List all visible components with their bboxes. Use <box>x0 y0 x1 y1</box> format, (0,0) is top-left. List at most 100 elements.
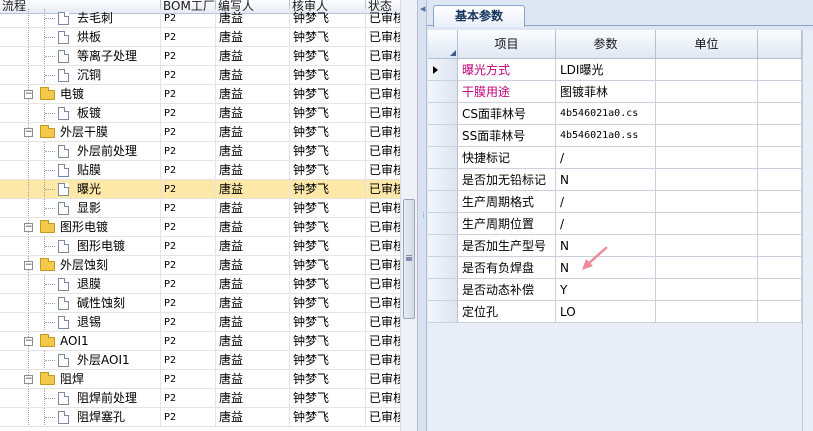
tree-node-cell[interactable]: 外层前处理 <box>0 142 161 161</box>
tree-node-cell[interactable]: − AOI1 <box>0 332 161 351</box>
tree-node-cell[interactable]: 退锡 <box>0 313 161 332</box>
row-selector[interactable] <box>428 169 458 191</box>
tree-row[interactable]: 曝光 P2唐益钟梦飞已审核 <box>0 180 400 199</box>
panel-splitter[interactable]: ◀ ⋮ <box>417 0 427 431</box>
parameter-value-cell[interactable]: Y <box>556 279 656 301</box>
tree-node-cell[interactable]: 图形电镀 <box>0 237 161 256</box>
parameter-value-cell[interactable]: / <box>556 213 656 235</box>
column-header-item[interactable]: 项目 <box>458 30 556 59</box>
parameter-unit-cell[interactable] <box>656 301 758 323</box>
tree-row[interactable]: 显影 P2唐益钟梦飞已审核 <box>0 199 400 218</box>
parameter-row[interactable]: 生产周期格式 / <box>428 191 802 213</box>
tree-node-cell[interactable]: 贴膜 <box>0 161 161 180</box>
parameter-unit-cell[interactable] <box>656 103 758 125</box>
tree-node-cell[interactable]: 显影 <box>0 199 161 218</box>
tree-node-cell[interactable]: 退膜 <box>0 275 161 294</box>
tree-node-cell[interactable]: − 电镀 <box>0 85 161 104</box>
tree-row[interactable]: 烘板 P2唐益钟梦飞已审核 <box>0 28 400 47</box>
tree-node-cell[interactable]: 等离子处理 <box>0 47 161 66</box>
parameter-row[interactable]: 干膜用途 图镀菲林 <box>428 81 802 103</box>
parameter-value-cell[interactable]: 4b546021a0.cs <box>556 103 656 125</box>
tree-row[interactable]: − AOI1 P2唐益钟梦飞已审核 <box>0 332 400 351</box>
parameter-unit-cell[interactable] <box>656 125 758 147</box>
parameter-value-cell[interactable]: / <box>556 191 656 213</box>
parameter-row[interactable]: CS面菲林号 4b546021a0.cs <box>428 103 802 125</box>
tree-row[interactable]: 去毛刺 P2唐益钟梦飞已审核 <box>0 9 400 28</box>
row-selector[interactable] <box>428 125 458 147</box>
parameter-unit-cell[interactable] <box>656 59 758 81</box>
parameter-row[interactable]: 是否有负焊盘 N <box>428 257 802 279</box>
tree-node-cell[interactable]: − 图形电镀 <box>0 218 161 237</box>
parameter-grid-scrollbar[interactable] <box>802 30 813 431</box>
row-selector[interactable] <box>428 59 458 81</box>
parameter-value-cell[interactable]: LO <box>556 301 656 323</box>
tree-node-cell[interactable]: 烘板 <box>0 28 161 47</box>
tree-node-cell[interactable]: − 外层蚀刻 <box>0 256 161 275</box>
tree-row[interactable]: 板镀 P2唐益钟梦飞已审核 <box>0 104 400 123</box>
row-selector[interactable] <box>428 279 458 301</box>
splitter-collapse-icon[interactable]: ◀ <box>420 6 425 13</box>
parameter-unit-cell[interactable] <box>656 257 758 279</box>
tab-basic-params[interactable]: 基本参数 <box>433 5 525 27</box>
tree-row[interactable]: 外层AOI1 P2唐益钟梦飞已审核 <box>0 351 400 370</box>
parameter-value-cell[interactable]: 4b546021a0.ss <box>556 125 656 147</box>
row-selector[interactable] <box>428 213 458 235</box>
parameter-row[interactable]: 是否加生产型号 N <box>428 235 802 257</box>
tree-row[interactable]: 阻焊前处理 P2唐益钟梦飞已审核 <box>0 389 400 408</box>
parameter-row[interactable]: 生产周期位置 / <box>428 213 802 235</box>
tree-node-cell[interactable]: 曝光 <box>0 180 161 199</box>
parameter-row[interactable]: 快捷标记 / <box>428 147 802 169</box>
parameter-value-cell[interactable]: 图镀菲林 <box>556 81 656 103</box>
tree-node-cell[interactable]: 板镀 <box>0 104 161 123</box>
parameter-row[interactable]: 曝光方式 LDI曝光 <box>428 59 802 81</box>
collapse-toggle-icon[interactable]: − <box>24 337 33 346</box>
row-selector[interactable] <box>428 81 458 103</box>
tree-node-cell[interactable]: 阻焊前处理 <box>0 389 161 408</box>
parameter-unit-cell[interactable] <box>656 81 758 103</box>
collapse-toggle-icon[interactable]: − <box>24 90 33 99</box>
row-selector[interactable] <box>428 235 458 257</box>
parameter-value-cell[interactable]: N <box>556 169 656 191</box>
column-header-value[interactable]: 参数 <box>556 30 656 59</box>
tree-row[interactable]: − 外层干膜 P2唐益钟梦飞已审核 <box>0 123 400 142</box>
tree-row[interactable]: − 电镀 P2唐益钟梦飞已审核 <box>0 85 400 104</box>
parameter-row[interactable]: SS面菲林号 4b546021a0.ss <box>428 125 802 147</box>
tree-row[interactable]: 等离子处理 P2唐益钟梦飞已审核 <box>0 47 400 66</box>
tree-row[interactable]: 沉铜 P2唐益钟梦飞已审核 <box>0 66 400 85</box>
tree-node-cell[interactable]: − 阻焊 <box>0 370 161 389</box>
parameter-row[interactable]: 是否动态补偿 Y <box>428 279 802 301</box>
tree-row[interactable]: − 图形电镀 P2唐益钟梦飞已审核 <box>0 218 400 237</box>
parameter-unit-cell[interactable] <box>656 279 758 301</box>
tree-vertical-scrollbar[interactable] <box>400 0 417 431</box>
tree-node-cell[interactable]: 外层AOI1 <box>0 351 161 370</box>
tree-row[interactable]: − 外层蚀刻 P2唐益钟梦飞已审核 <box>0 256 400 275</box>
tree-row[interactable]: 图形电镀 P2唐益钟梦飞已审核 <box>0 237 400 256</box>
row-selector[interactable] <box>428 301 458 323</box>
parameter-row[interactable]: 是否加无铅标记 N <box>428 169 802 191</box>
tree-node-cell[interactable]: 去毛刺 <box>0 9 161 28</box>
tree-row[interactable]: 阻焊塞孔 P2唐益钟梦飞已审核 <box>0 408 400 427</box>
collapse-toggle-icon[interactable]: − <box>24 128 33 137</box>
column-header-unit[interactable]: 单位 <box>656 30 758 59</box>
row-selector[interactable] <box>428 191 458 213</box>
parameter-unit-cell[interactable] <box>656 213 758 235</box>
tree-row[interactable]: 贴膜 P2唐益钟梦飞已审核 <box>0 161 400 180</box>
parameter-value-cell[interactable]: LDI曝光 <box>556 59 656 81</box>
parameter-row[interactable]: 定位孔 LO <box>428 301 802 323</box>
tree-row[interactable]: 碱性蚀刻 P2唐益钟梦飞已审核 <box>0 294 400 313</box>
collapse-toggle-icon[interactable]: − <box>24 261 33 270</box>
tree-row[interactable]: 退膜 P2唐益钟梦飞已审核 <box>0 275 400 294</box>
row-selector[interactable] <box>428 257 458 279</box>
parameter-unit-cell[interactable] <box>656 169 758 191</box>
row-selector[interactable] <box>428 147 458 169</box>
tree-node-cell[interactable]: 沉铜 <box>0 66 161 85</box>
tree-node-cell[interactable]: 碱性蚀刻 <box>0 294 161 313</box>
parameter-value-cell[interactable]: / <box>556 147 656 169</box>
parameter-unit-cell[interactable] <box>656 235 758 257</box>
tree-row[interactable]: 退锡 P2唐益钟梦飞已审核 <box>0 313 400 332</box>
collapse-toggle-icon[interactable]: − <box>24 223 33 232</box>
scrollbar-thumb[interactable] <box>403 199 415 319</box>
tree-row[interactable]: − 阻焊 P2唐益钟梦飞已审核 <box>0 370 400 389</box>
tree-node-cell[interactable]: − 外层干膜 <box>0 123 161 142</box>
parameter-unit-cell[interactable] <box>656 147 758 169</box>
